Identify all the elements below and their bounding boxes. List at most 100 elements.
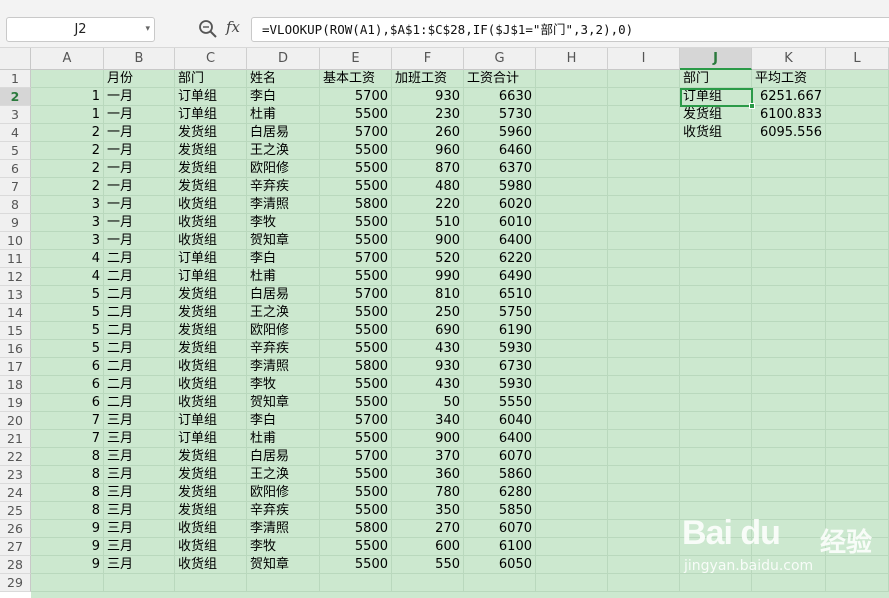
empty-cell[interactable] [536,178,608,196]
empty-cell[interactable] [680,142,752,160]
data-cell[interactable]: 三月 [104,430,175,448]
data-cell[interactable]: 贺知章 [247,556,320,574]
empty-cell[interactable] [826,430,889,448]
data-cell[interactable]: 930 [392,88,464,106]
data-cell[interactable]: 发货组 [175,502,247,520]
data-cell[interactable]: 6280 [464,484,536,502]
data-cell[interactable]: 三月 [104,556,175,574]
data-cell[interactable]: 二月 [104,286,175,304]
data-cell[interactable]: 5800 [320,520,392,538]
data-cell[interactable]: 李牧 [247,214,320,232]
empty-cell[interactable] [536,376,608,394]
data-cell[interactable]: 5500 [320,160,392,178]
data-cell[interactable]: 5500 [320,430,392,448]
data-cell[interactable]: 王之涣 [247,304,320,322]
data-cell[interactable]: 5 [31,304,104,322]
column-header-g[interactable]: G [464,48,536,70]
empty-cell[interactable] [608,448,680,466]
data-cell[interactable]: 3 [31,214,104,232]
data-cell[interactable]: 2 [31,142,104,160]
summary-dept-cell[interactable]: 发货组 [680,106,752,124]
row-header-22[interactable]: 22 [0,448,31,466]
summary-avg-cell[interactable]: 6100.833 [752,106,826,124]
data-cell[interactable]: 6040 [464,412,536,430]
data-cell[interactable]: 5700 [320,448,392,466]
column-header-a[interactable]: A [31,48,104,70]
data-cell[interactable]: 李白 [247,412,320,430]
empty-cell[interactable] [536,106,608,124]
empty-cell[interactable] [608,232,680,250]
data-cell[interactable]: 王之涣 [247,466,320,484]
data-cell[interactable]: 6 [31,394,104,412]
empty-cell[interactable] [680,484,752,502]
data-cell[interactable]: 发货组 [175,304,247,322]
empty-cell[interactable] [608,484,680,502]
empty-cell[interactable] [608,88,680,106]
summary-header-cell[interactable]: 平均工资 [752,70,826,88]
empty-cell[interactable] [752,538,826,556]
empty-cell[interactable] [826,142,889,160]
column-header-b[interactable]: B [104,48,175,70]
data-cell[interactable]: 收货组 [175,520,247,538]
header-cell-f[interactable]: 加班工资 [392,70,464,88]
data-cell[interactable]: 6 [31,358,104,376]
data-cell[interactable]: 5700 [320,88,392,106]
data-cell[interactable]: 3 [31,196,104,214]
empty-cell[interactable] [826,484,889,502]
data-cell[interactable]: 5500 [320,484,392,502]
empty-cell[interactable] [536,412,608,430]
empty-cell[interactable] [752,340,826,358]
header-cell-e[interactable]: 基本工资 [320,70,392,88]
data-cell[interactable]: 杜甫 [247,430,320,448]
formula-input[interactable]: =VLOOKUP(ROW(A1),$A$1:$C$28,IF($J$1="部门"… [251,17,889,42]
empty-cell[interactable] [826,304,889,322]
empty-cell[interactable] [608,304,680,322]
data-cell[interactable]: 二月 [104,340,175,358]
data-cell[interactable]: 白居易 [247,286,320,304]
data-cell[interactable]: 6100 [464,538,536,556]
column-header-j[interactable]: J [680,48,752,70]
empty-cell[interactable] [608,466,680,484]
data-cell[interactable]: 二月 [104,304,175,322]
data-cell[interactable]: 4 [31,250,104,268]
empty-cell[interactable] [680,214,752,232]
data-cell[interactable]: 2 [31,124,104,142]
data-cell[interactable]: 一月 [104,124,175,142]
empty-cell[interactable] [752,574,826,592]
row-header-5[interactable]: 5 [0,142,31,160]
data-cell[interactable]: 发货组 [175,448,247,466]
empty-cell[interactable] [826,394,889,412]
row-header-14[interactable]: 14 [0,304,31,322]
data-cell[interactable]: 一月 [104,232,175,250]
data-cell[interactable]: 5500 [320,502,392,520]
data-cell[interactable]: 5800 [320,358,392,376]
data-cell[interactable]: 贺知章 [247,232,320,250]
data-cell[interactable]: 6020 [464,196,536,214]
empty-cell[interactable] [536,448,608,466]
data-cell[interactable]: 一月 [104,106,175,124]
empty-cell[interactable] [752,520,826,538]
empty-cell[interactable] [608,106,680,124]
empty-cell[interactable] [536,286,608,304]
row-header-7[interactable]: 7 [0,178,31,196]
data-cell[interactable]: 5750 [464,304,536,322]
empty-cell[interactable] [752,268,826,286]
empty-cell[interactable] [826,70,889,88]
empty-cell[interactable] [752,502,826,520]
empty-cell[interactable] [752,448,826,466]
empty-cell[interactable] [826,268,889,286]
empty-cell[interactable] [536,322,608,340]
row-header-24[interactable]: 24 [0,484,31,502]
data-cell[interactable]: 900 [392,430,464,448]
empty-cell[interactable] [608,556,680,574]
empty-cell[interactable] [752,322,826,340]
empty-cell[interactable] [608,574,680,592]
empty-cell[interactable] [826,250,889,268]
data-cell[interactable]: 收货组 [175,538,247,556]
row-header-2[interactable]: 2 [0,88,31,106]
empty-cell[interactable] [608,340,680,358]
chevron-down-icon[interactable]: ▾ [145,18,150,41]
empty-cell[interactable] [752,160,826,178]
data-cell[interactable]: 870 [392,160,464,178]
empty-cell[interactable] [536,142,608,160]
